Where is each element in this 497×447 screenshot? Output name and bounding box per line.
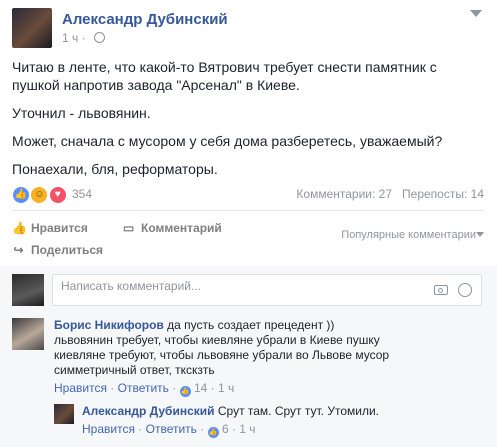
shares-count[interactable]: Перепосты: 14 <box>402 187 484 201</box>
smiley-icon[interactable] <box>458 283 472 297</box>
like-button-label: Нравится <box>31 221 88 235</box>
comment-like-count[interactable]: 6 <box>222 422 229 436</box>
comment-input[interactable]: Написать комментарий... <box>52 274 482 306</box>
comment-time[interactable]: 1 ч <box>218 381 234 395</box>
comment-text: львовянин требует, чтобы киевляне убрали… <box>54 333 380 347</box>
chevron-down-icon[interactable] <box>470 10 482 17</box>
like-icon: 👍 <box>12 186 30 204</box>
reaction-count[interactable]: 354 <box>72 187 92 201</box>
comment-icon: ▭ <box>122 220 135 235</box>
author-name[interactable]: Александр Дубинский <box>62 11 228 28</box>
comment-button[interactable]: ▭ Комментарий <box>122 221 222 235</box>
comment-reply-link[interactable]: Ответить <box>146 422 197 436</box>
post-paragraph: Может, сначала с мусором у себя дома раз… <box>12 133 443 149</box>
avatar <box>12 274 44 306</box>
avatar[interactable] <box>12 318 44 350</box>
thumbs-up-icon: 👍 <box>12 220 27 235</box>
comment-first-line: Александр Дубинский Срут там. Срут тут. … <box>82 404 379 419</box>
camera-icon[interactable] <box>434 285 448 295</box>
comments-count[interactable]: Комментарии: 27 <box>296 187 392 201</box>
sort-comments-dropdown[interactable]: Популярные комментарии <box>341 229 476 241</box>
reactions-bar: 👍 ☺ ♥ 354 Комментарии: 27 Перепосты: 14 <box>12 186 484 204</box>
comment-time[interactable]: 1 ч <box>239 422 255 436</box>
comments-section: Написать комментарий... Борис Никифоров … <box>0 266 497 447</box>
dot-separator: · <box>81 31 86 45</box>
comment-author[interactable]: Александр Дубинский <box>82 404 215 418</box>
comment-button-label: Комментарий <box>141 221 222 235</box>
post-paragraph: Понаехали, бля, реформаторы. <box>12 161 218 177</box>
facebook-post: Александр Дубинский 1 ч · Читаю в ленте,… <box>0 0 497 447</box>
haha-icon: ☺ <box>30 186 49 204</box>
share-icon: ↪ <box>13 242 24 257</box>
post-actions: 👍 Нравится ▭ Комментарий ↪ Поделиться По… <box>12 216 484 262</box>
comment-text: да пусть создает прецедент )) <box>167 318 335 332</box>
post-body: Читаю в ленте, что какой-то Вятрович тре… <box>12 58 482 188</box>
post-paragraph: Уточнил - львовянин. <box>12 105 151 121</box>
comment-like-count[interactable]: 14 <box>194 381 207 395</box>
post-paragraph: Читаю в ленте, что какой-то Вятрович тре… <box>12 59 437 93</box>
comment-like-link[interactable]: Нравится <box>82 422 135 436</box>
love-icon: ♥ <box>48 186 67 204</box>
globe-icon <box>93 32 105 43</box>
reaction-icons[interactable]: 👍 ☺ ♥ <box>12 186 67 204</box>
comment-body: Борис Никифоров да пусть создает прецеде… <box>54 318 389 397</box>
chevron-down-icon[interactable] <box>476 232 484 237</box>
comment-composer: Написать комментарий... <box>12 274 484 308</box>
like-icon: 👍 <box>207 427 219 438</box>
divider <box>12 210 484 211</box>
comment-like-link[interactable]: Нравится <box>54 381 107 395</box>
comment-actions: Нравится · Ответить · 👍 6 · 1 ч <box>82 422 256 438</box>
comment-author[interactable]: Борис Никифоров <box>54 318 164 332</box>
post-time[interactable]: 1 ч <box>62 31 78 45</box>
like-icon: 👍 <box>179 386 191 397</box>
comment-text: киевляне требуют, чтобы львовяне убрали … <box>54 348 390 362</box>
post-header: Александр Дубинский 1 ч · <box>12 8 482 48</box>
author-avatar[interactable] <box>12 8 52 48</box>
avatar[interactable] <box>54 404 74 424</box>
comment-first-line: Борис Никифоров да пусть создает прецеде… <box>54 318 389 333</box>
post-counts: Комментарии: 27 Перепосты: 14 <box>296 187 484 201</box>
share-button-label: Поделиться <box>31 243 104 257</box>
post-timestamp: 1 ч · <box>62 31 105 45</box>
comment-body: Александр Дубинский Срут там. Срут тут. … <box>82 404 379 438</box>
comment-text: симметричный ответ, ткскзть <box>54 363 215 377</box>
share-button[interactable]: ↪ Поделиться <box>12 243 103 257</box>
comment-text: Срут там. Срут тут. Утомили. <box>217 404 379 418</box>
comment-actions: Нравится · Ответить · 👍 14 · 1 ч <box>54 381 235 397</box>
comment-reply-link[interactable]: Ответить <box>118 381 169 395</box>
like-button[interactable]: 👍 Нравится <box>12 221 88 235</box>
